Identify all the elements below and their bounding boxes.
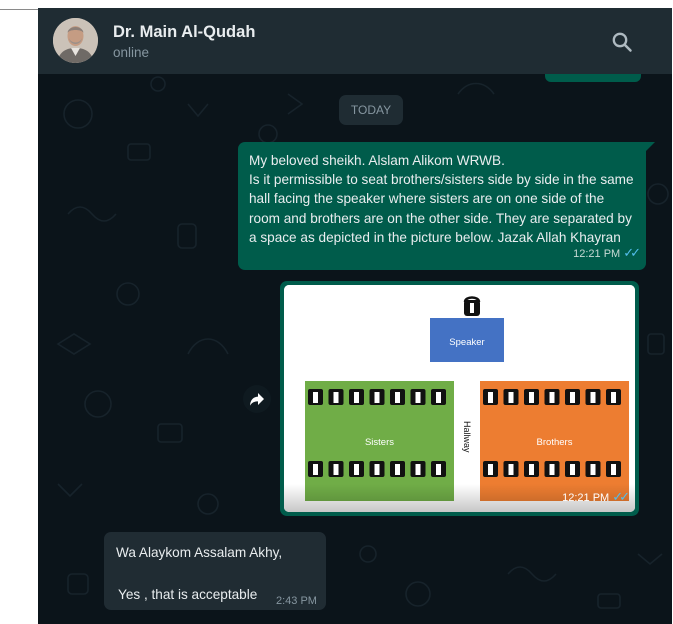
chair-icon	[410, 461, 426, 477]
chair-icon	[524, 389, 539, 405]
seating-diagram: Speaker Sisters Brothers Hallway	[284, 285, 635, 512]
chair-icon	[328, 461, 344, 477]
incoming-line-2: Yes , that is acceptable	[118, 587, 258, 602]
chair-icon	[544, 461, 560, 477]
chair-icon	[565, 461, 580, 477]
chair-icon	[585, 461, 601, 477]
image-time: 12:21 PM	[562, 492, 610, 504]
contact-name[interactable]: Dr. Main Al-Qudah	[113, 23, 255, 42]
chair-icon	[431, 389, 446, 405]
chair-icon	[606, 389, 621, 405]
chair-icon	[524, 461, 539, 477]
speaker-label: Speaker	[449, 337, 484, 348]
chair-icon	[585, 389, 601, 405]
chair-icon	[606, 461, 621, 477]
message-time: 12:21 PM	[573, 247, 621, 260]
top-divider-line	[0, 9, 38, 10]
speaker-chair-icon	[463, 296, 481, 316]
chair-icon	[328, 389, 344, 405]
chat-window: Dr. Main Al-Qudah online TODAY My belove…	[38, 8, 672, 624]
incoming-line-1: Wa Alaykom Assalam Akhy,	[116, 545, 283, 560]
date-divider: TODAY	[339, 95, 403, 125]
double-check-icon: ✓✓	[623, 244, 641, 260]
chair-icon	[349, 461, 364, 477]
chair-icon	[390, 461, 405, 477]
previous-message-bubble	[545, 74, 641, 82]
outgoing-bubble-tail	[646, 142, 655, 151]
chair-icon	[410, 389, 426, 405]
incoming-time: 2:43 PM	[276, 595, 317, 607]
seating-diagram-image[interactable]: Speaker Sisters Brothers Hallway 12:21 P…	[284, 285, 635, 512]
chair-icon	[431, 461, 446, 477]
brothers-label: Brothers	[537, 437, 573, 448]
outgoing-message-text[interactable]: My beloved sheikh. Alslam Alikom WRWB. I…	[238, 142, 646, 270]
chair-icon	[308, 461, 323, 477]
hallway-label: Hallway	[462, 421, 472, 453]
chat-header[interactable]: Dr. Main Al-Qudah online	[38, 8, 672, 74]
chair-icon	[308, 389, 323, 405]
contact-status: online	[113, 45, 150, 60]
outgoing-image-message[interactable]: Speaker Sisters Brothers Hallway 12:21 P…	[280, 281, 639, 516]
message-body: My beloved sheikh. Alslam Alikom WRWB. I…	[249, 153, 634, 245]
chair-icon	[483, 461, 498, 477]
message-meta: 12:21 PM ✓✓	[573, 243, 641, 264]
chair-icon	[390, 389, 405, 405]
contact-avatar[interactable]	[53, 18, 98, 63]
chair-icon	[369, 389, 385, 405]
chair-icon	[565, 389, 580, 405]
chair-icon	[503, 389, 519, 405]
chair-icon	[369, 461, 385, 477]
chair-icon	[544, 389, 560, 405]
sisters-label: Sisters	[365, 437, 394, 448]
forward-arrow-icon[interactable]	[243, 385, 271, 413]
search-icon[interactable]	[610, 30, 634, 54]
double-check-icon: ✓✓	[612, 489, 630, 504]
chair-icon	[483, 389, 498, 405]
image-meta: 12:21 PM ✓✓	[562, 489, 630, 505]
message-list[interactable]: TODAY My beloved sheikh. Alslam Alikom W…	[38, 74, 672, 624]
chair-icon	[349, 389, 364, 405]
avatar-photo	[53, 18, 98, 63]
chair-icon	[503, 461, 519, 477]
incoming-message[interactable]: Wa Alaykom Assalam Akhy, Yes , that is a…	[104, 532, 326, 610]
